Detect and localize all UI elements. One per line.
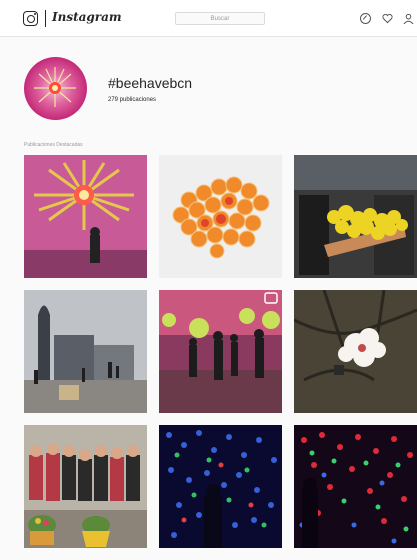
pink-room-installation-image: [24, 155, 147, 278]
post-thumbnail[interactable]: [159, 425, 282, 548]
post-thumbnail[interactable]: [159, 290, 282, 413]
red-green-light-tunnel-image: [294, 425, 417, 548]
profile-icon[interactable]: [403, 13, 414, 24]
compass-icon[interactable]: [360, 13, 371, 24]
section-title-top-posts: Publicaciones Destacadas: [24, 142, 83, 148]
post-thumbnail[interactable]: [294, 290, 417, 413]
search-input[interactable]: Buscar: [175, 12, 265, 25]
post-thumbnail[interactable]: [159, 155, 282, 278]
instagram-camera-icon[interactable]: [23, 11, 38, 26]
logo-divider: [45, 10, 46, 27]
blue-light-tunnel-image: [159, 425, 282, 548]
group-of-students-image: [24, 425, 147, 548]
green-light-spheres-room-image: [159, 290, 282, 413]
flower-burst-image: [34, 67, 76, 107]
post-thumbnail[interactable]: [24, 425, 147, 548]
white-blossom-branch-image: [294, 290, 417, 413]
yellow-mimosa-bouquet-image: [294, 155, 417, 278]
heart-icon[interactable]: [382, 13, 393, 24]
orange-hexagon-flowers-image: [159, 155, 282, 278]
post-thumbnail[interactable]: [24, 290, 147, 413]
agbar-tower-street-image: [24, 290, 147, 413]
hashtag-avatar: [24, 57, 87, 120]
hashtag-title: #beehavebcn: [108, 75, 193, 91]
instagram-wordmark[interactable]: Instagram: [52, 10, 122, 24]
post-thumbnail[interactable]: [294, 155, 417, 278]
post-count: 279 publicaciones: [108, 97, 157, 103]
top-navigation-bar: Instagram Buscar: [0, 0, 417, 37]
post-thumbnail[interactable]: [24, 155, 147, 278]
post-thumbnail[interactable]: [294, 425, 417, 548]
